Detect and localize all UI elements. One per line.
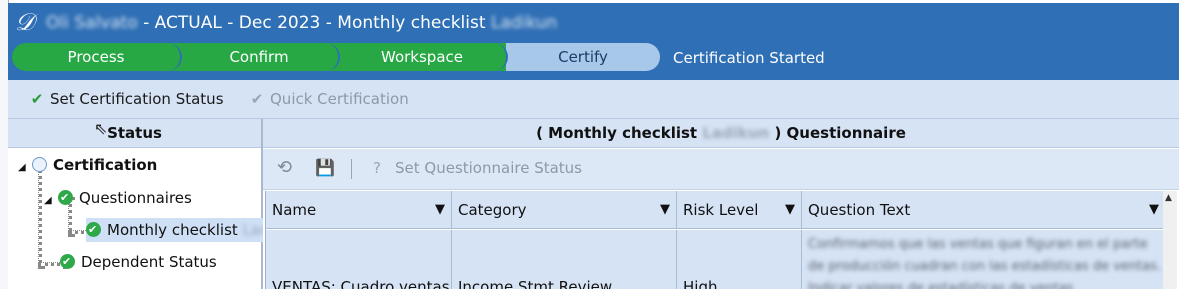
filter-icon[interactable]: ▼ <box>1149 191 1159 229</box>
set-certification-status-button[interactable]: ✔ Set Certification Status <box>28 90 224 108</box>
filter-icon[interactable]: ▼ <box>660 191 670 229</box>
cell-risk-level[interactable]: High <box>677 230 802 289</box>
complete-check-icon <box>60 250 75 274</box>
cell-category[interactable]: Income Stmt Review <box>452 230 677 289</box>
checkmark-icon: ✔ <box>30 90 44 108</box>
tree-item-questionnaires[interactable]: ◢Questionnaires <box>44 186 192 210</box>
cell-name[interactable]: VENTAS: Cuadro ventas l <box>266 230 452 289</box>
cell-question-text[interactable]: Confirmamos que las ventas que figuran e… <box>802 230 1166 289</box>
quick-check-icon: ✔ <box>250 90 264 108</box>
app-logo-icon: 𝒟 <box>15 8 35 36</box>
main-toolbar: ✔ Set Certification Status ✔ Quick Certifi… <box>8 80 1179 119</box>
period-label: Dec 2023 <box>238 13 321 33</box>
app-window: 𝒟 Oli Salvato - ACTUAL - Dec 2023 - Mont… <box>0 0 1179 289</box>
step-process[interactable]: Process <box>12 43 182 71</box>
collapse-arrow-icon[interactable]: ◢ <box>18 156 32 180</box>
workflow-suffix: Ladikun <box>490 13 558 33</box>
save-icon[interactable]: 💾 <box>315 158 335 177</box>
scroll-up-arrow-icon[interactable]: ▲ <box>1165 193 1172 203</box>
tree-item-dependent-status[interactable]: Dependent Status <box>60 250 217 274</box>
status-panel-header: ⇖ Status <box>8 119 261 148</box>
certification-status-text: Certification Started <box>673 49 825 67</box>
step-confirm[interactable]: Confirm <box>180 43 340 71</box>
questions-grid: Name ▼ Category ▼ Risk Level ▼ Question Tex… <box>265 191 1179 289</box>
set-questionnaire-status-button[interactable]: ? Set Questionnaire Status <box>373 159 582 177</box>
complete-check-icon <box>58 186 73 210</box>
vertical-scrollbar[interactable]: ▲ <box>1163 191 1177 289</box>
step-workspace[interactable]: Workspace <box>338 43 508 71</box>
workflow-label: Monthly checklist <box>337 13 486 33</box>
column-header-question-text[interactable]: Question Text ▼ <box>802 191 1166 229</box>
step-certify[interactable]: Certify <box>506 43 660 71</box>
status-panel: ⇖ Status ◢Certification ◢Questionnaires … <box>8 119 274 289</box>
column-header-category[interactable]: Category ▼ <box>452 191 677 229</box>
tree-item-certification[interactable]: ◢ Certification <box>18 153 157 177</box>
complete-check-icon <box>86 218 101 242</box>
questionnaire-toolbar: ⟲ 💾 ? Set Questionnaire Status <box>263 149 1179 190</box>
column-header-risk-level[interactable]: Risk Level ▼ <box>677 191 802 229</box>
workflow-steps: Process Confirm Workspace Certify <box>12 43 712 71</box>
column-header-name[interactable]: Name ▼ <box>266 191 452 229</box>
question-bubble-icon: ? <box>373 159 381 177</box>
questionnaire-panel: ( Monthly checklist Ladikun ) Questionna… <box>263 119 1179 289</box>
toolbar-divider <box>351 159 352 179</box>
filter-icon[interactable]: ▼ <box>785 191 795 229</box>
workflow-header: 𝒟 Oli Salvato - ACTUAL - Dec 2023 - Mont… <box>8 3 1179 80</box>
scenario-label: ACTUAL <box>154 13 222 33</box>
mouse-cursor-icon: ⇖ <box>94 119 108 138</box>
filter-icon[interactable]: ▼ <box>435 191 445 229</box>
refresh-icon[interactable]: ⟲ <box>277 157 292 178</box>
questionnaire-title: ( Monthly checklist Ladikun ) Questionna… <box>263 119 1179 148</box>
collapse-arrow-icon[interactable]: ◢ <box>44 189 58 213</box>
quick-certification-button[interactable]: ✔ Quick Certification <box>248 90 409 108</box>
entity-name: Oli Salvato <box>46 13 138 33</box>
tree-item-monthly-checklist[interactable]: Monthly checklist Lad <box>86 218 274 242</box>
not-started-circle-icon <box>32 157 47 172</box>
page-title: Oli Salvato - ACTUAL - Dec 2023 - Monthl… <box>46 13 558 33</box>
